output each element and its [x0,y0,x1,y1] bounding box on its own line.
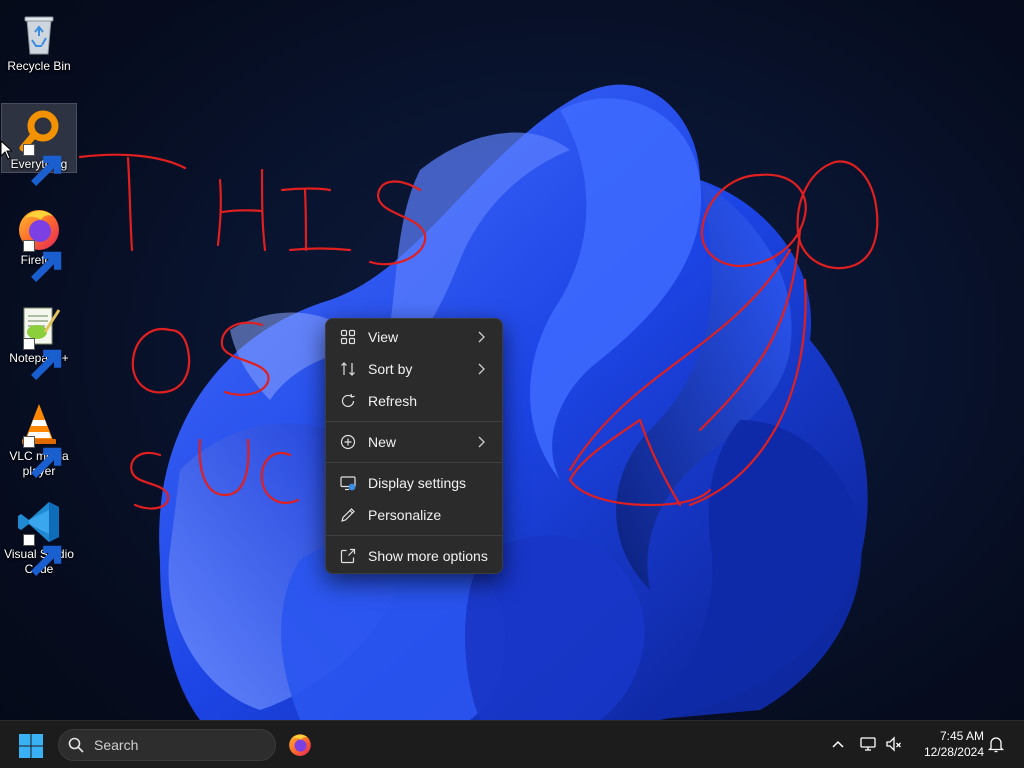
chevron-right-icon [478,363,485,375]
desktop-wallpaper [159,84,868,720]
menu-item-label: Sort by [368,361,413,377]
network-icon[interactable] [859,734,879,754]
menu-item-label: Refresh [368,393,418,409]
shortcut-arrow-icon [23,338,62,380]
windows-logo-icon [19,734,43,758]
shortcut-arrow-icon [23,534,62,576]
chevron-right-icon [478,436,485,448]
notification-bell-icon[interactable] [986,734,1006,754]
clock-time: 7:45 AM [939,729,984,743]
search-icon [68,737,84,753]
view-grid-icon [339,328,357,346]
menu-item-label: New [368,434,397,450]
start-button[interactable] [18,733,44,759]
chevron-up-icon[interactable] [828,734,848,754]
menu-item-new[interactable]: New [330,427,498,457]
menu-item-label: Display settings [368,475,467,491]
taskbar-search-box[interactable]: Search [58,729,276,761]
desktop-icon-notepad-plus-plus[interactable]: Notepad++ [2,298,76,380]
menu-item-personalize[interactable]: Personalize [330,500,498,530]
mouse-cursor-icon [0,140,12,160]
shortcut-arrow-icon [23,240,62,282]
menu-item-label: View [368,329,399,345]
menu-item-label: Show more options [368,548,488,564]
display-settings-icon [339,474,357,492]
everything-search-icon [15,108,63,186]
volume-muted-icon[interactable] [884,734,904,754]
desktop-icon-vscode[interactable]: Visual Studio Code [2,494,76,578]
menu-item-label: Personalize [368,507,442,523]
shortcut-arrow-icon [23,144,62,186]
menu-item-sort-by[interactable]: Sort by [330,354,498,384]
notepad-plus-plus-icon [15,302,63,380]
desktop-context-menu: View Sort by Refresh New Display setting… [325,318,503,574]
clock-date: 12/28/2024 [923,745,984,759]
menu-item-show-more-options[interactable]: Show more options [330,541,498,571]
desktop-icon-vlc[interactable]: VLC media player [2,396,76,480]
taskbar-firefox-button[interactable] [287,731,313,757]
desktop-icon-recycle-bin[interactable]: Recycle Bin [2,6,76,76]
refresh-icon [339,392,357,410]
menu-separator [326,421,502,422]
search-placeholder: Search [94,737,139,753]
menu-separator [326,462,502,463]
menu-item-refresh[interactable]: Refresh [330,386,498,416]
vlc-icon [15,400,63,478]
firefox-icon [289,734,311,756]
taskbar: Search 7:45 AM 12/28/2024 [0,720,1024,768]
shortcut-arrow-icon [23,436,62,478]
show-more-options-icon [339,547,357,565]
personalize-pen-icon [339,506,357,524]
chevron-right-icon [478,331,485,343]
desktop-icon-label: Recycle Bin [7,59,71,73]
taskbar-clock[interactable]: 7:45 AM 12/28/2024 [912,728,984,760]
sort-icon [339,360,357,378]
menu-separator [326,535,502,536]
desktop-icon-everything[interactable]: Everything [1,103,77,186]
vscode-icon [15,498,63,576]
new-plus-icon [339,433,357,451]
firefox-icon [15,204,63,282]
desktop-icon-firefox[interactable]: Firefox [2,200,76,282]
menu-item-view[interactable]: View [330,322,498,352]
recycle-bin-icon [15,10,63,58]
menu-item-display-settings[interactable]: Display settings [330,468,498,498]
